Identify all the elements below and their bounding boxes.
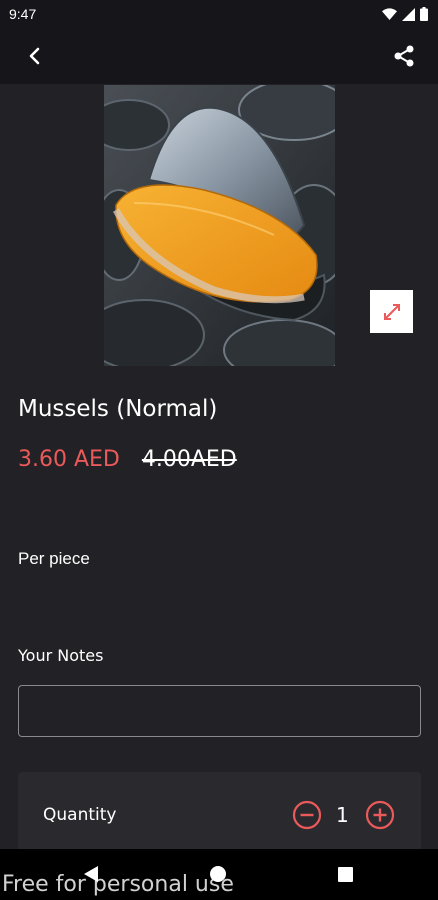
app-bar <box>0 28 438 84</box>
status-bar: 9:47 <box>0 0 438 28</box>
expand-icon <box>383 303 400 320</box>
wifi-icon <box>382 7 397 20</box>
mussel-photo <box>104 85 335 366</box>
share-icon <box>394 45 414 67</box>
product-title: Mussels (Normal) <box>18 396 218 422</box>
price-row: 3.60 AED 4.00AED <box>18 447 237 472</box>
notes-label: Your Notes <box>18 646 104 665</box>
expand-image-button[interactable] <box>370 290 413 333</box>
status-icons <box>382 7 428 21</box>
quantity-value: 1 <box>336 803 349 827</box>
product-image[interactable] <box>104 85 335 366</box>
plus-circle-icon[interactable] <box>365 800 395 830</box>
price-old: 4.00AED <box>141 447 237 472</box>
signal-icon <box>402 7 415 21</box>
unit-text: Per piece <box>18 549 90 568</box>
price-current: 3.60 AED <box>18 447 120 472</box>
back-button[interactable] <box>20 42 48 70</box>
quantity-label: Quantity <box>43 805 117 825</box>
battery-icon <box>420 7 428 21</box>
recents-square-icon[interactable] <box>338 867 353 882</box>
minus-circle-icon[interactable] <box>292 800 322 830</box>
share-button[interactable] <box>390 42 418 70</box>
notes-input[interactable] <box>18 685 421 737</box>
chevron-left-icon <box>29 47 40 65</box>
watermark: Free for personal use <box>2 872 234 897</box>
status-time: 9:47 <box>9 6 37 22</box>
